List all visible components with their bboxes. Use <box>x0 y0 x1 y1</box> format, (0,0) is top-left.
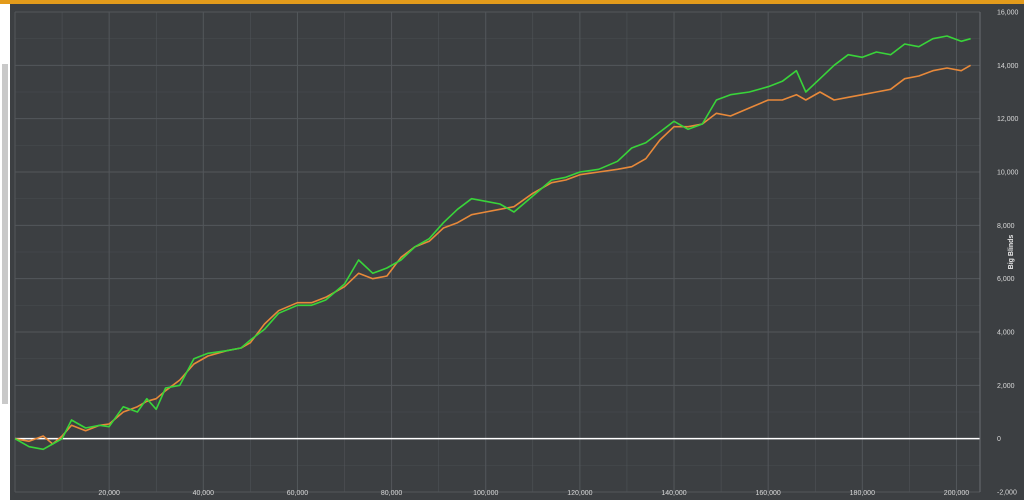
x-tick-label: 20,000 <box>98 490 120 497</box>
y-axis-label: Big Blinds <box>1008 235 1015 270</box>
chart-area: -2,000 0 2,000 4,000 6,000 8,000 10,000 12,000 1… <box>10 4 1024 500</box>
x-tick-label: 100,000 <box>473 490 498 497</box>
x-tick-label: 60,000 <box>287 490 309 497</box>
x-axis-ticks: 20,000 40,000 60,000 80,000 100,000 120,000 14… <box>98 490 969 497</box>
y-tick-label: 12,000 <box>997 116 1019 123</box>
y-tick-label: 2,000 <box>997 383 1015 390</box>
x-tick-label: 160,000 <box>756 490 781 497</box>
x-tick-label: 40,000 <box>193 490 215 497</box>
y-tick-label: -2,000 <box>997 490 1017 497</box>
profit-line-chart: -2,000 0 2,000 4,000 6,000 8,000 10,000 12,000 1… <box>14 10 1019 497</box>
x-tick-label: 140,000 <box>661 490 686 497</box>
x-tick-label: 180,000 <box>850 490 875 497</box>
y-tick-label: 14,000 <box>997 63 1019 70</box>
grid-lines <box>14 11 980 493</box>
x-tick-label: 200,000 <box>944 490 969 497</box>
vertical-scrollbar[interactable] <box>2 64 8 404</box>
y-tick-label: 10,000 <box>997 170 1019 177</box>
y-tick-label: 4,000 <box>997 330 1015 337</box>
series-line-orange <box>14 64 971 445</box>
y-tick-label: 6,000 <box>997 276 1015 283</box>
y-tick-label: 0 <box>997 436 1001 443</box>
y-tick-label: 16,000 <box>997 10 1019 17</box>
x-tick-label: 120,000 <box>567 490 592 497</box>
series-lines <box>14 35 971 451</box>
y-tick-label: 8,000 <box>997 223 1015 230</box>
series-line-green <box>14 35 971 451</box>
x-tick-label: 80,000 <box>381 490 403 497</box>
